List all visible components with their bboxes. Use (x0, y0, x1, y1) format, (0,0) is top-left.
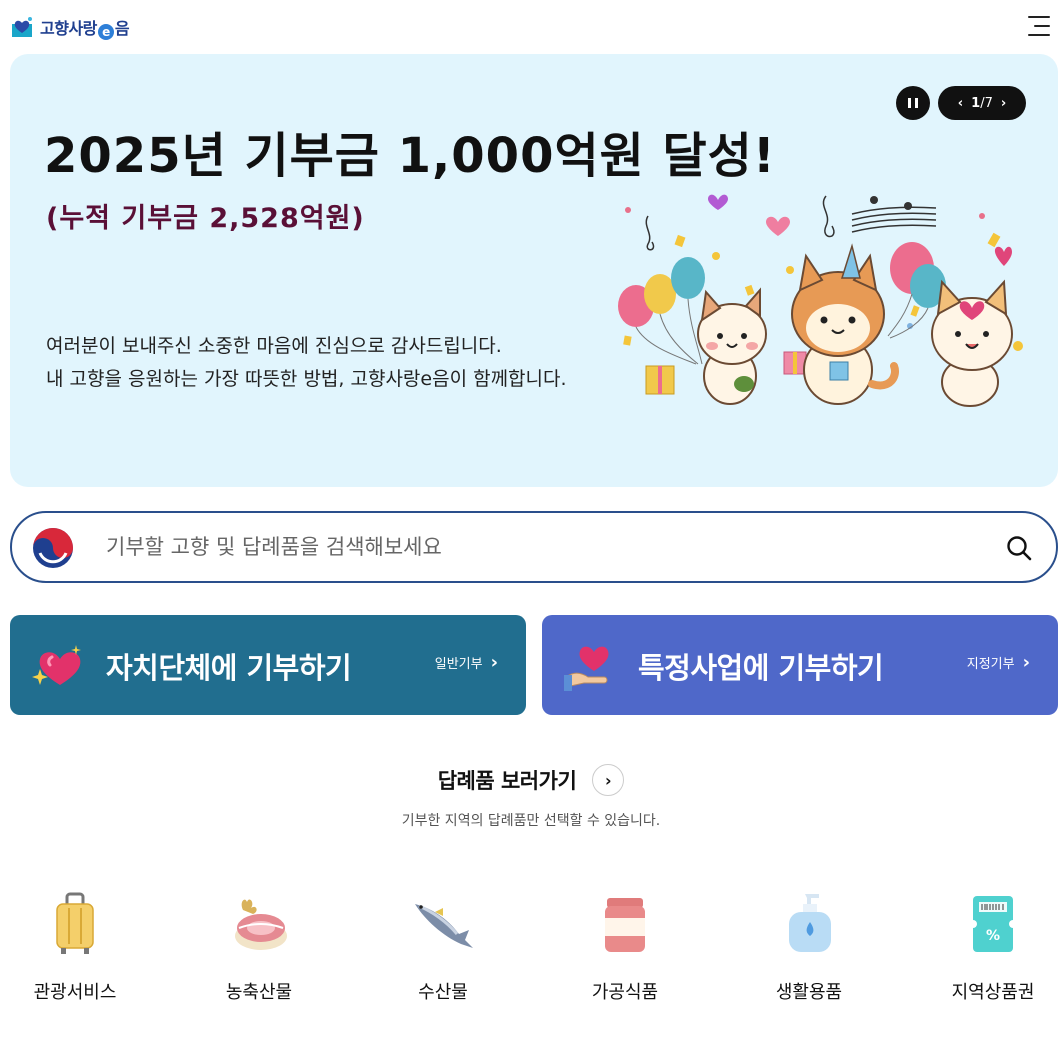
site-logo[interactable]: 고향사랑 e 음 (10, 13, 130, 41)
category-label: 농축산물 (225, 982, 293, 1003)
gift-category-list: 관광서비스 농축산물 수산물 가공식품 생활용품 % 지역상품권 (0, 885, 1062, 1015)
donate-project-title: 특정사업에 기부하기 (638, 651, 884, 685)
donate-specific-project-button[interactable]: 특정사업에 기부하기 지정기부 › (542, 615, 1058, 715)
slide-counter: 1/7 (971, 95, 993, 111)
meat-and-grain-icon (235, 899, 287, 950)
category-label: 지역상품권 (951, 982, 1035, 1003)
pause-button[interactable] (896, 86, 930, 120)
gift-more-button[interactable]: › (592, 764, 625, 796)
search-input[interactable] (106, 527, 986, 567)
donate-local-link[interactable]: 일반기부 › (435, 653, 498, 672)
heart-on-hand-icon (564, 646, 609, 691)
donate-local-government-button[interactable]: 자치단체에 기부하기 일반기부 › (10, 615, 526, 715)
category-household[interactable]: 생활용품 (734, 885, 884, 1015)
chevron-left-icon[interactable]: ‹ (958, 96, 963, 111)
category-seafood[interactable]: 수산물 (368, 885, 518, 1015)
chevron-right-icon[interactable]: › (1001, 96, 1006, 111)
chevron-right-icon: › (1022, 651, 1030, 673)
category-processed-food[interactable]: 가공식품 (550, 885, 700, 1015)
donate-project-link[interactable]: 지정기부 › (967, 653, 1030, 672)
search-icon[interactable] (1006, 535, 1032, 561)
menu-button[interactable] (1026, 14, 1050, 38)
banner-title: 2025년 기부금 1,000억원 달성! (44, 128, 776, 184)
category-tourism[interactable]: 관광서비스 (0, 885, 150, 1015)
logo-text: 고향사랑 e 음 (40, 18, 130, 40)
sparkling-heart-icon (32, 645, 81, 685)
suitcase-icon (56, 892, 94, 954)
chevron-right-icon: › (604, 770, 612, 790)
logo-heart-icon (12, 17, 32, 37)
banner-subtitle: (누적 기부금 2,528억원) (46, 203, 365, 234)
category-label: 수산물 (418, 982, 468, 1003)
category-label: 생활용품 (775, 982, 843, 1003)
chevron-right-icon: › (490, 651, 498, 673)
header: 고향사랑 e 음 (0, 0, 1062, 54)
gift-section-header: 답례품 보러가기 › (0, 762, 1062, 798)
category-local-voucher[interactable]: % 지역상품권 (918, 885, 1062, 1015)
donate-local-title: 자치단체에 기부하기 (106, 651, 352, 685)
taegeuk-emblem-icon (33, 528, 73, 568)
soap-bottle-icon (789, 894, 831, 952)
hamburger-menu-icon (1028, 16, 1050, 18)
gift-section-description: 기부한 지역의 답례품만 선택할 수 있습니다. (401, 813, 661, 829)
jar-icon (605, 898, 645, 952)
search-bar (10, 511, 1058, 583)
fish-icon (415, 904, 473, 948)
banner-description: 여러분이 보내주신 소중한 마음에 진심으로 감사드립니다. 내 고향을 응원하… (46, 335, 567, 390)
cats-celebration-illustration (618, 194, 1023, 407)
category-label: 관광서비스 (33, 982, 117, 1003)
slide-pager: ‹ 1/7 › (938, 86, 1026, 120)
category-agriculture[interactable]: 농축산물 (184, 885, 334, 1015)
pause-icon (908, 98, 911, 108)
svg-text:%: % (986, 928, 1000, 944)
voucher-icon: % (969, 896, 1017, 952)
hero-banner[interactable]: 2025년 기부금 1,000억원 달성! (누적 기부금 2,528억원) 여… (10, 54, 1058, 487)
gift-section-title: 답례품 보러가기 (437, 769, 577, 793)
category-label: 가공식품 (591, 982, 659, 1003)
